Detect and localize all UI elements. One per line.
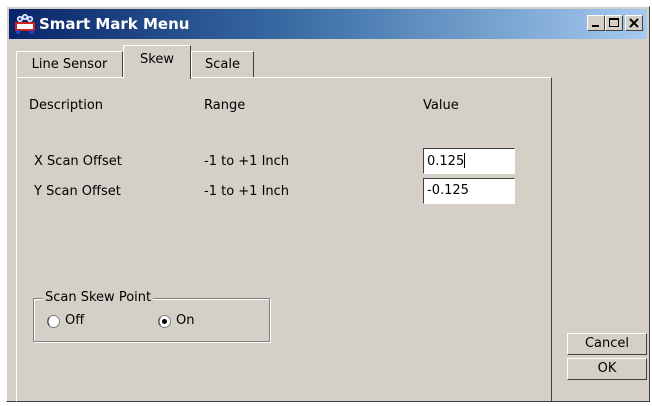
text-caret — [464, 153, 466, 168]
skew-tab-panel: Description Range Value X Scan Offset -1… — [16, 77, 552, 402]
cancel-button[interactable]: Cancel — [567, 333, 647, 355]
x-scan-offset-value: 0.125 — [427, 154, 465, 169]
close-button[interactable] — [625, 15, 643, 31]
minimize-button[interactable] — [587, 15, 605, 31]
x-scan-offset-label: X Scan Offset — [34, 154, 122, 169]
radio-on[interactable] — [158, 315, 171, 328]
radio-selected-dot — [162, 319, 167, 324]
app-icon — [15, 14, 35, 34]
y-scan-offset-label: Y Scan Offset — [34, 184, 121, 199]
maximize-icon — [609, 18, 619, 27]
header-range: Range — [204, 98, 246, 113]
title-bar[interactable]: Smart Mark Menu — [9, 9, 647, 39]
ok-button[interactable]: OK — [567, 358, 647, 380]
scan-skew-point-label: Scan Skew Point — [43, 290, 154, 305]
radio-off-label[interactable]: Off — [65, 313, 84, 328]
x-scan-offset-input[interactable]: 0.125 — [423, 148, 515, 174]
y-scan-offset-range: -1 to +1 Inch — [204, 184, 290, 199]
tab-line-sensor[interactable]: Line Sensor — [16, 51, 123, 77]
y-scan-offset-input[interactable]: -0.125 — [423, 178, 515, 204]
header-description: Description — [29, 98, 104, 113]
minimize-icon — [592, 25, 599, 27]
header-value: Value — [423, 98, 459, 113]
y-scan-offset-value: -0.125 — [427, 183, 469, 198]
maximize-button[interactable] — [605, 15, 623, 31]
window-title: Smart Mark Menu — [39, 15, 190, 33]
radio-off[interactable] — [47, 315, 60, 328]
tab-skew[interactable]: Skew — [123, 45, 191, 79]
tab-scale[interactable]: Scale — [191, 51, 254, 77]
dialog-window: Smart Mark Menu Line Sensor Skew Scale D… — [6, 6, 650, 402]
x-scan-offset-range: -1 to +1 Inch — [204, 154, 290, 169]
close-icon — [629, 18, 639, 28]
radio-on-label[interactable]: On — [176, 313, 194, 328]
